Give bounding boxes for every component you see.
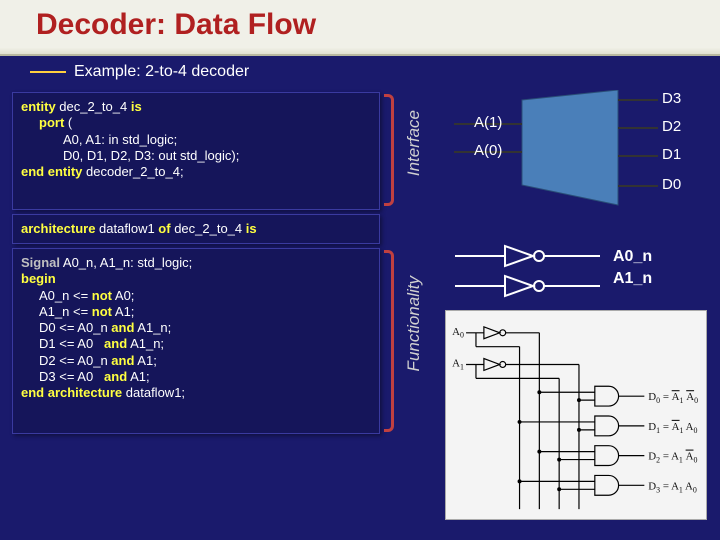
not-gate-icon bbox=[445, 236, 605, 310]
code-text: A0_n, A1_n: std_logic; bbox=[60, 255, 192, 270]
kw-and: and bbox=[111, 320, 134, 335]
title-bar: Decoder: Data Flow bbox=[0, 0, 720, 56]
content-area: entity dec_2_to_4 is port ( A0, A1: in s… bbox=[0, 88, 720, 540]
code-text: D1 <= A0 bbox=[39, 336, 104, 351]
mux-out-d0: D0 bbox=[662, 176, 681, 193]
kw-is: is bbox=[246, 221, 257, 236]
code-text: D2 <= A0_n bbox=[39, 353, 111, 368]
svg-text:D3 = A1 A0: D3 = A1 A0 bbox=[648, 480, 697, 494]
code-text: ( bbox=[64, 115, 72, 130]
code-text: D0, D1, D2, D3: out std_logic); bbox=[21, 148, 371, 164]
kw-begin: begin bbox=[21, 271, 371, 287]
code-text: A1_n; bbox=[134, 320, 171, 335]
kw-is: is bbox=[131, 99, 142, 114]
kw-and: and bbox=[111, 353, 134, 368]
kw-end-arch: end architecture bbox=[21, 385, 122, 400]
code-text: A1_n <= bbox=[39, 304, 92, 319]
mux-diagram: A(1) A(0) D3 D2 D1 D0 bbox=[440, 90, 710, 220]
code-text: D0 <= A0_n bbox=[39, 320, 111, 335]
mux-out-d2: D2 bbox=[662, 118, 681, 135]
code-text: D3 <= A0 bbox=[39, 369, 104, 384]
kw-and: and bbox=[104, 369, 127, 384]
kw-and: and bbox=[104, 336, 127, 351]
kw-signal: Signal bbox=[21, 255, 60, 270]
mux-out-d3: D3 bbox=[662, 90, 681, 107]
schematic-diagram: A0 A1 bbox=[445, 310, 707, 520]
code-text: dec_2_to_4 bbox=[171, 221, 246, 236]
svg-text:A0: A0 bbox=[452, 326, 464, 340]
label-interface: Interface bbox=[404, 110, 424, 176]
bullet-icon bbox=[30, 71, 66, 73]
slide-title: Decoder: Data Flow bbox=[36, 8, 720, 42]
mux-out-d1: D1 bbox=[662, 146, 681, 163]
code-arch-head: architecture dataflow1 of dec_2_to_4 is bbox=[12, 214, 380, 244]
not-gate-diagram: A0_n A1_n bbox=[445, 236, 715, 310]
kw-not: not bbox=[92, 288, 112, 303]
code-text: A0, A1: in std_logic; bbox=[21, 132, 371, 148]
kw-port: port bbox=[39, 115, 64, 130]
bracket-interface bbox=[384, 94, 394, 206]
code-entity: entity dec_2_to_4 is port ( A0, A1: in s… bbox=[12, 92, 380, 210]
code-text: A1; bbox=[112, 304, 134, 319]
subtitle-row: Example: 2-to-4 decoder bbox=[0, 56, 720, 88]
code-text: dataflow1 bbox=[95, 221, 158, 236]
code-text: A0_n <= bbox=[39, 288, 92, 303]
svg-text:A1: A1 bbox=[452, 357, 464, 371]
kw-architecture: architecture bbox=[21, 221, 95, 236]
label-functionality: Functionality bbox=[404, 276, 424, 371]
kw-of: of bbox=[158, 221, 170, 236]
code-text: dataflow1; bbox=[122, 385, 185, 400]
kw-not: not bbox=[92, 304, 112, 319]
bracket-functionality bbox=[384, 250, 394, 432]
svg-text:D1 = A1 A0: D1 = A1 A0 bbox=[648, 421, 697, 435]
code-arch-body: Signal A0_n, A1_n: std_logic; begin A0_n… bbox=[12, 248, 380, 434]
code-text: A1; bbox=[134, 353, 156, 368]
code-text: decoder_2_to_4; bbox=[82, 164, 183, 179]
kw-entity: entity bbox=[21, 99, 56, 114]
code-text: A1; bbox=[127, 369, 149, 384]
label-a1n: A1_n bbox=[613, 270, 652, 288]
kw-end-entity: end entity bbox=[21, 164, 82, 179]
mux-in-a0: A(0) bbox=[474, 142, 502, 159]
mux-in-a1: A(1) bbox=[474, 114, 502, 131]
code-text: dec_2_to_4 bbox=[56, 99, 131, 114]
svg-text:D2 = A1 A0: D2 = A1 A0 bbox=[648, 451, 697, 465]
subtitle: Example: 2-to-4 decoder bbox=[74, 63, 249, 81]
svg-text:D0 = A1 A0: D0 = A1 A0 bbox=[648, 391, 698, 405]
label-a0n: A0_n bbox=[613, 248, 652, 266]
code-text: A0; bbox=[112, 288, 134, 303]
code-text: A1_n; bbox=[127, 336, 164, 351]
